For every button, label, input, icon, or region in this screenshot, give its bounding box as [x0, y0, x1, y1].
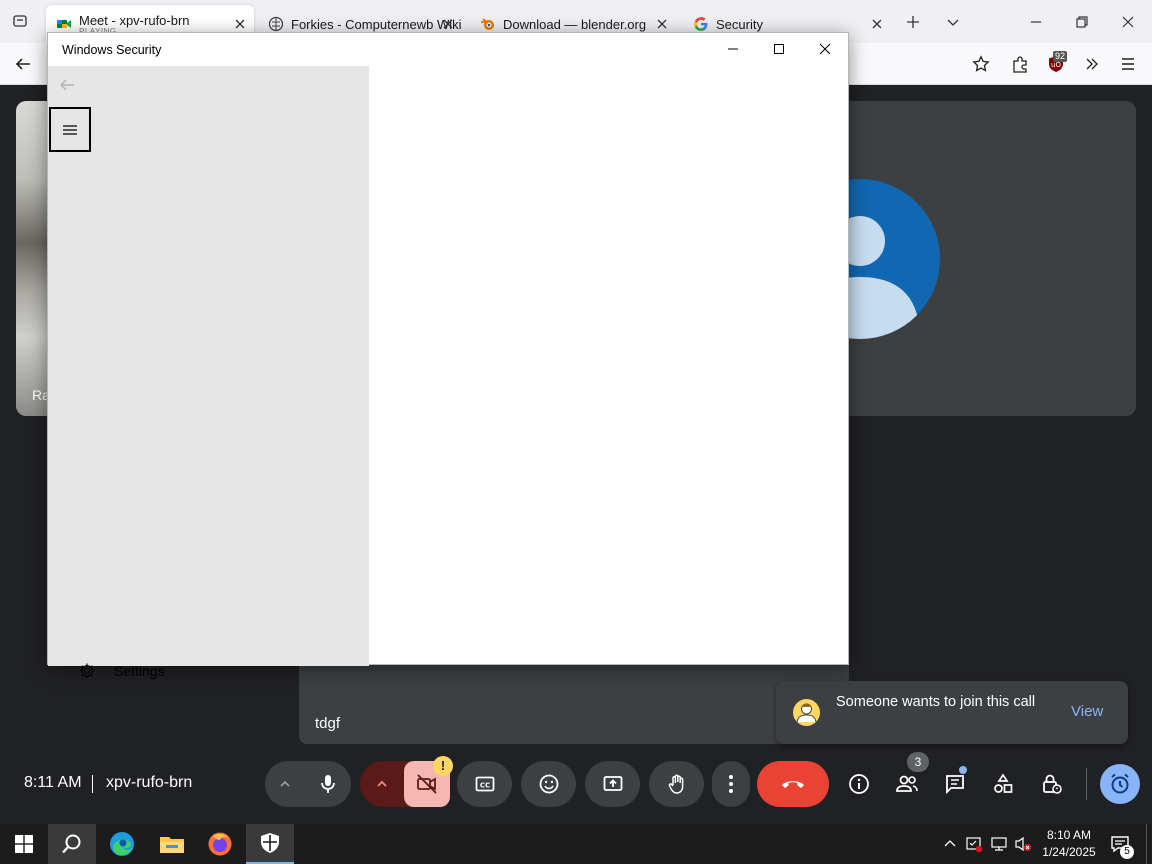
- present-screen-button[interactable]: [585, 761, 640, 807]
- blender-icon: [480, 16, 496, 32]
- tab-forkies-title: Forkies - Computernewb Wiki: [291, 16, 462, 32]
- more-options-button[interactable]: [712, 761, 750, 807]
- join-request-message: Someone wants to join this call: [836, 694, 1036, 710]
- view-button[interactable]: View: [1071, 703, 1103, 720]
- meeting-details-icon[interactable]: [839, 764, 879, 804]
- close-tab-icon[interactable]: [440, 16, 456, 32]
- chat-icon[interactable]: [935, 764, 975, 804]
- emoji-icon: [538, 773, 560, 795]
- wiki-icon: [268, 16, 284, 32]
- alarm-clock-icon[interactable]: [1100, 764, 1140, 804]
- chevron-down-icon[interactable]: [939, 8, 967, 36]
- bookmark-star-icon[interactable]: [967, 50, 995, 78]
- tab-overview-icon[interactable]: [6, 7, 34, 35]
- divider: [1086, 768, 1087, 800]
- file-explorer-icon[interactable]: [148, 824, 196, 864]
- video-options-chevron-icon[interactable]: [360, 777, 404, 791]
- caption-text: tdgf: [315, 715, 341, 732]
- windows-security-taskbar-icon[interactable]: [246, 824, 294, 864]
- window-title: Windows Security: [62, 43, 162, 57]
- tab-meet-title: Meet - xpv-rufo-brn: [79, 12, 190, 28]
- close-tab-icon[interactable]: [232, 16, 248, 32]
- extension-badge: 92: [1053, 51, 1068, 62]
- captions-panel: [299, 664, 849, 744]
- clock-date: 1/24/2025: [1042, 845, 1096, 859]
- hamburger-menu-icon[interactable]: [49, 107, 91, 152]
- activities-icon[interactable]: [983, 764, 1023, 804]
- svg-text:uO: uO: [1051, 61, 1061, 69]
- close-browser-icon[interactable]: [1114, 8, 1142, 36]
- captions-button[interactable]: CC: [457, 761, 512, 807]
- security-tray-icon[interactable]: [965, 835, 983, 853]
- close-tab-icon[interactable]: [654, 16, 670, 32]
- more-vert-icon: [728, 774, 734, 794]
- settings-nav-item[interactable]: Settings: [60, 662, 165, 680]
- camera-warning-badge: !: [433, 756, 453, 776]
- join-request-notification: Someone wants to join this call View: [776, 681, 1128, 744]
- svg-text:CC: CC: [479, 782, 489, 790]
- start-windows-icon[interactable]: [0, 824, 48, 864]
- windows-security-window: Windows Security Settings: [47, 32, 849, 679]
- minimize-icon[interactable]: [710, 33, 756, 65]
- microphone-icon[interactable]: [305, 773, 351, 795]
- meeting-code: xpv-rufo-brn: [106, 774, 193, 791]
- minimize-browser-icon[interactable]: [1022, 8, 1050, 36]
- extensions-puzzle-icon[interactable]: [1006, 50, 1034, 78]
- clock-time: 8:10 AM: [1046, 828, 1092, 842]
- search-icon[interactable]: [48, 824, 96, 864]
- google-meet-icon: [56, 16, 72, 32]
- close-icon[interactable]: [802, 33, 848, 65]
- firefox-icon[interactable]: [196, 824, 244, 864]
- network-icon[interactable]: [990, 835, 1008, 853]
- show-desktop-button[interactable]: [1146, 824, 1147, 864]
- windows-taskbar: 8:10 AM 1/24/2025 5: [0, 824, 1152, 864]
- microphone-group: [265, 761, 351, 807]
- new-tab-icon[interactable]: [899, 8, 927, 36]
- settings-label: Settings: [114, 663, 165, 679]
- notification-count-badge: 5: [1120, 845, 1134, 859]
- navigation-pane: Settings: [48, 66, 369, 679]
- hand-icon: [666, 773, 688, 795]
- security-content-area: [369, 66, 848, 664]
- reactions-button[interactable]: [521, 761, 576, 807]
- tab-blender-title: Download — blender.org: [503, 16, 647, 32]
- closed-captions-icon: CC: [474, 773, 496, 795]
- google-icon: [693, 16, 709, 32]
- gear-icon: [78, 662, 96, 680]
- end-call-icon: [780, 777, 806, 791]
- tab-security-title: Security: [716, 16, 763, 32]
- maximize-icon[interactable]: [756, 33, 802, 65]
- present-screen-icon: [602, 773, 624, 795]
- back-arrow-icon[interactable]: [58, 76, 76, 94]
- back-arrow-icon[interactable]: [9, 50, 37, 78]
- raise-hand-button[interactable]: [649, 761, 704, 807]
- volume-muted-icon[interactable]: [1014, 835, 1032, 853]
- host-controls-lock-icon[interactable]: [1031, 764, 1071, 804]
- system-clock[interactable]: 8:10 AM 1/24/2025: [1034, 827, 1104, 861]
- meeting-time: 8:11 AM: [24, 774, 82, 791]
- edge-browser-icon[interactable]: [98, 824, 146, 864]
- leave-call-button[interactable]: [757, 761, 829, 807]
- close-tab-icon[interactable]: [869, 16, 885, 32]
- divider: [92, 775, 93, 793]
- more-tools-chevrons-icon[interactable]: [1078, 50, 1106, 78]
- show-hidden-icons-chevron-icon[interactable]: [942, 836, 958, 852]
- app-menu-icon[interactable]: [1114, 50, 1142, 78]
- audio-options-chevron-icon[interactable]: [265, 777, 305, 791]
- person-waiting-icon: [792, 698, 821, 727]
- chat-unread-dot: [959, 766, 967, 774]
- restore-browser-icon[interactable]: [1068, 8, 1096, 36]
- people-count-badge: 3: [907, 752, 929, 772]
